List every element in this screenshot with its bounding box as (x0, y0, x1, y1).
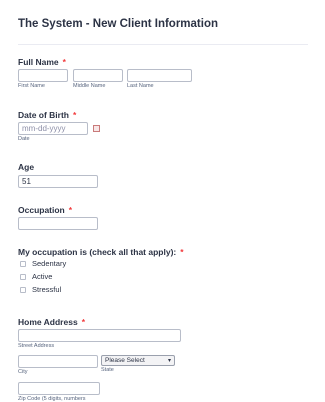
age-input[interactable] (18, 175, 98, 188)
first-name-sublabel: First Name (18, 83, 45, 89)
city-sublabel: City (18, 369, 28, 375)
sedentary-checkbox[interactable] (20, 261, 26, 267)
city-input[interactable] (18, 355, 98, 368)
state-sublabel: State (101, 367, 114, 373)
state-select[interactable]: Please Select ▾ (101, 355, 175, 366)
stressful-checkbox[interactable] (20, 287, 26, 293)
home-address-label-text: Home Address (18, 317, 78, 327)
occupation-type-label-text: My occupation is (check all that apply): (18, 247, 177, 257)
full-name-label: Full Name * (18, 57, 66, 67)
active-checkbox[interactable] (20, 274, 26, 280)
dob-label-text: Date of Birth (18, 110, 69, 120)
required-mark: * (62, 57, 66, 67)
home-address-label: Home Address * (18, 317, 85, 327)
full-name-label-text: Full Name (18, 57, 59, 67)
sedentary-option-label: Sedentary (32, 259, 67, 268)
dob-input[interactable] (18, 122, 88, 135)
form-title: The System - New Client Information (18, 18, 218, 30)
first-name-input[interactable] (18, 69, 68, 82)
required-mark: * (81, 317, 85, 327)
street-address-sublabel: Street Address (18, 343, 55, 349)
active-option-label: Active (32, 272, 53, 281)
dob-sublabel: Date (18, 136, 30, 142)
chevron-down-icon: ▾ (167, 358, 171, 364)
occupation-label: Occupation * (18, 205, 72, 215)
street-address-input[interactable] (18, 329, 181, 342)
dob-label: Date of Birth * (18, 110, 76, 120)
middle-name-input[interactable] (73, 69, 123, 82)
occupation-input[interactable] (18, 217, 98, 230)
zip-code-sublabel: Zip Code (5 digits, numbers (18, 396, 86, 402)
age-label: Age (18, 162, 35, 172)
last-name-input[interactable] (127, 69, 192, 82)
required-mark: * (68, 205, 73, 215)
occupation-type-label: My occupation is (check all that apply):… (18, 247, 184, 257)
calendar-icon[interactable] (93, 125, 100, 132)
last-name-sublabel: Last Name (127, 83, 154, 89)
stressful-option-label: Stressful (32, 285, 62, 294)
middle-name-sublabel: Middle Name (73, 83, 106, 89)
required-mark: * (73, 110, 77, 120)
occupation-label-text: Occupation (18, 205, 65, 215)
required-mark: * (180, 247, 184, 257)
state-select-value: Please Select (105, 357, 145, 364)
zip-code-input[interactable] (18, 382, 100, 395)
title-divider (18, 44, 308, 45)
